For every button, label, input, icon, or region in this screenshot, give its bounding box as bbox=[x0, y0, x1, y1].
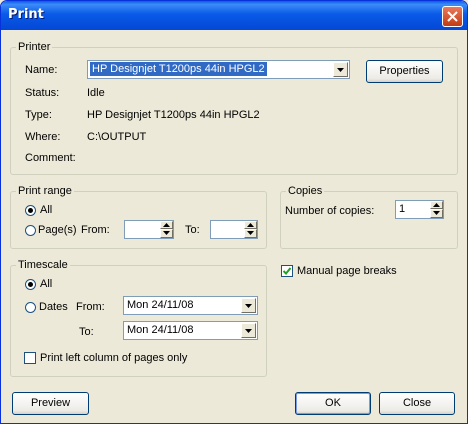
dropdown-arrow-button[interactable] bbox=[241, 323, 256, 338]
chevron-down-icon bbox=[245, 329, 252, 333]
print-range-all-radio[interactable] bbox=[25, 205, 36, 216]
status-label: Status: bbox=[25, 87, 60, 99]
checkmark-icon bbox=[283, 267, 291, 275]
dropdown-arrow-button[interactable] bbox=[241, 298, 256, 313]
manual-page-breaks-label[interactable]: Manual page breaks bbox=[297, 265, 397, 277]
number-of-copies-stepper[interactable]: 1 bbox=[395, 200, 444, 219]
print-range-to-label: To: bbox=[185, 224, 200, 236]
comment-label: Comment: bbox=[25, 152, 76, 164]
status-value: Idle bbox=[87, 87, 105, 99]
where-value: C:\OUTPUT bbox=[87, 131, 147, 143]
title-bar[interactable]: Print bbox=[1, 1, 467, 30]
print-left-column-label[interactable]: Print left column of pages only bbox=[40, 352, 187, 364]
dropdown-arrow-button[interactable] bbox=[333, 62, 348, 77]
ok-button[interactable]: OK bbox=[295, 392, 371, 415]
timescale-to-date-picker[interactable]: Mon 24/11/08 bbox=[123, 321, 258, 340]
timescale-all-label[interactable]: All bbox=[40, 278, 52, 290]
spin-down-button[interactable] bbox=[244, 229, 257, 238]
print-dialog: Print Printer Name: HP Designjet T1200ps… bbox=[0, 0, 468, 424]
close-icon bbox=[447, 11, 458, 22]
printer-name-dropdown[interactable]: HP Designjet T1200ps 44in HPGL2 bbox=[87, 60, 350, 79]
timescale-dates-radio[interactable] bbox=[25, 302, 36, 313]
print-range-pages-label[interactable]: Page(s) bbox=[38, 224, 77, 236]
chevron-down-icon bbox=[247, 231, 254, 235]
timescale-group-label: Timescale bbox=[16, 259, 70, 271]
close-button[interactable]: Close bbox=[379, 392, 455, 415]
preview-button[interactable]: Preview bbox=[12, 392, 89, 415]
spin-down-button[interactable] bbox=[430, 209, 443, 218]
print-range-to-stepper[interactable] bbox=[210, 220, 258, 239]
printer-name-value: HP Designjet T1200ps 44in HPGL2 bbox=[90, 62, 267, 76]
spin-up-button[interactable] bbox=[244, 221, 257, 229]
timescale-to-value: Mon 24/11/08 bbox=[127, 324, 194, 336]
timescale-to-label: To: bbox=[79, 326, 94, 338]
properties-button[interactable]: Properties bbox=[366, 60, 443, 83]
window-title: Print bbox=[8, 7, 44, 22]
printer-name-label: Name: bbox=[25, 64, 58, 76]
spin-up-button[interactable] bbox=[160, 221, 173, 229]
number-of-copies-value: 1 bbox=[399, 203, 406, 215]
chevron-up-icon bbox=[433, 203, 440, 207]
timescale-from-date-picker[interactable]: Mon 24/11/08 bbox=[123, 296, 258, 315]
print-range-from-label: From: bbox=[81, 224, 110, 236]
print-range-group-label: Print range bbox=[16, 185, 74, 197]
copies-group-label: Copies bbox=[286, 185, 325, 197]
chevron-down-icon bbox=[433, 211, 440, 215]
chevron-down-icon bbox=[163, 231, 170, 235]
print-range-pages-radio[interactable] bbox=[25, 225, 36, 236]
chevron-down-icon bbox=[245, 304, 252, 308]
print-range-from-stepper[interactable] bbox=[124, 220, 174, 239]
print-range-all-label[interactable]: All bbox=[40, 204, 52, 216]
print-left-column-checkbox[interactable] bbox=[24, 352, 36, 364]
spin-up-button[interactable] bbox=[430, 201, 443, 209]
chevron-up-icon bbox=[163, 223, 170, 227]
timescale-all-radio[interactable] bbox=[25, 279, 36, 290]
number-of-copies-label: Number of copies: bbox=[285, 205, 375, 217]
timescale-from-value: Mon 24/11/08 bbox=[127, 299, 194, 311]
chevron-up-icon bbox=[247, 223, 254, 227]
printer-group-label: Printer bbox=[16, 41, 53, 53]
timescale-from-label: From: bbox=[76, 301, 105, 313]
timescale-dates-label[interactable]: Dates bbox=[39, 301, 68, 313]
where-label: Where: bbox=[25, 131, 61, 143]
spin-down-button[interactable] bbox=[160, 229, 173, 238]
manual-page-breaks-checkbox[interactable] bbox=[281, 265, 293, 277]
type-value: HP Designjet T1200ps 44in HPGL2 bbox=[87, 109, 260, 121]
chevron-down-icon bbox=[337, 68, 344, 72]
type-label: Type: bbox=[25, 109, 52, 121]
close-window-button[interactable] bbox=[442, 6, 463, 27]
